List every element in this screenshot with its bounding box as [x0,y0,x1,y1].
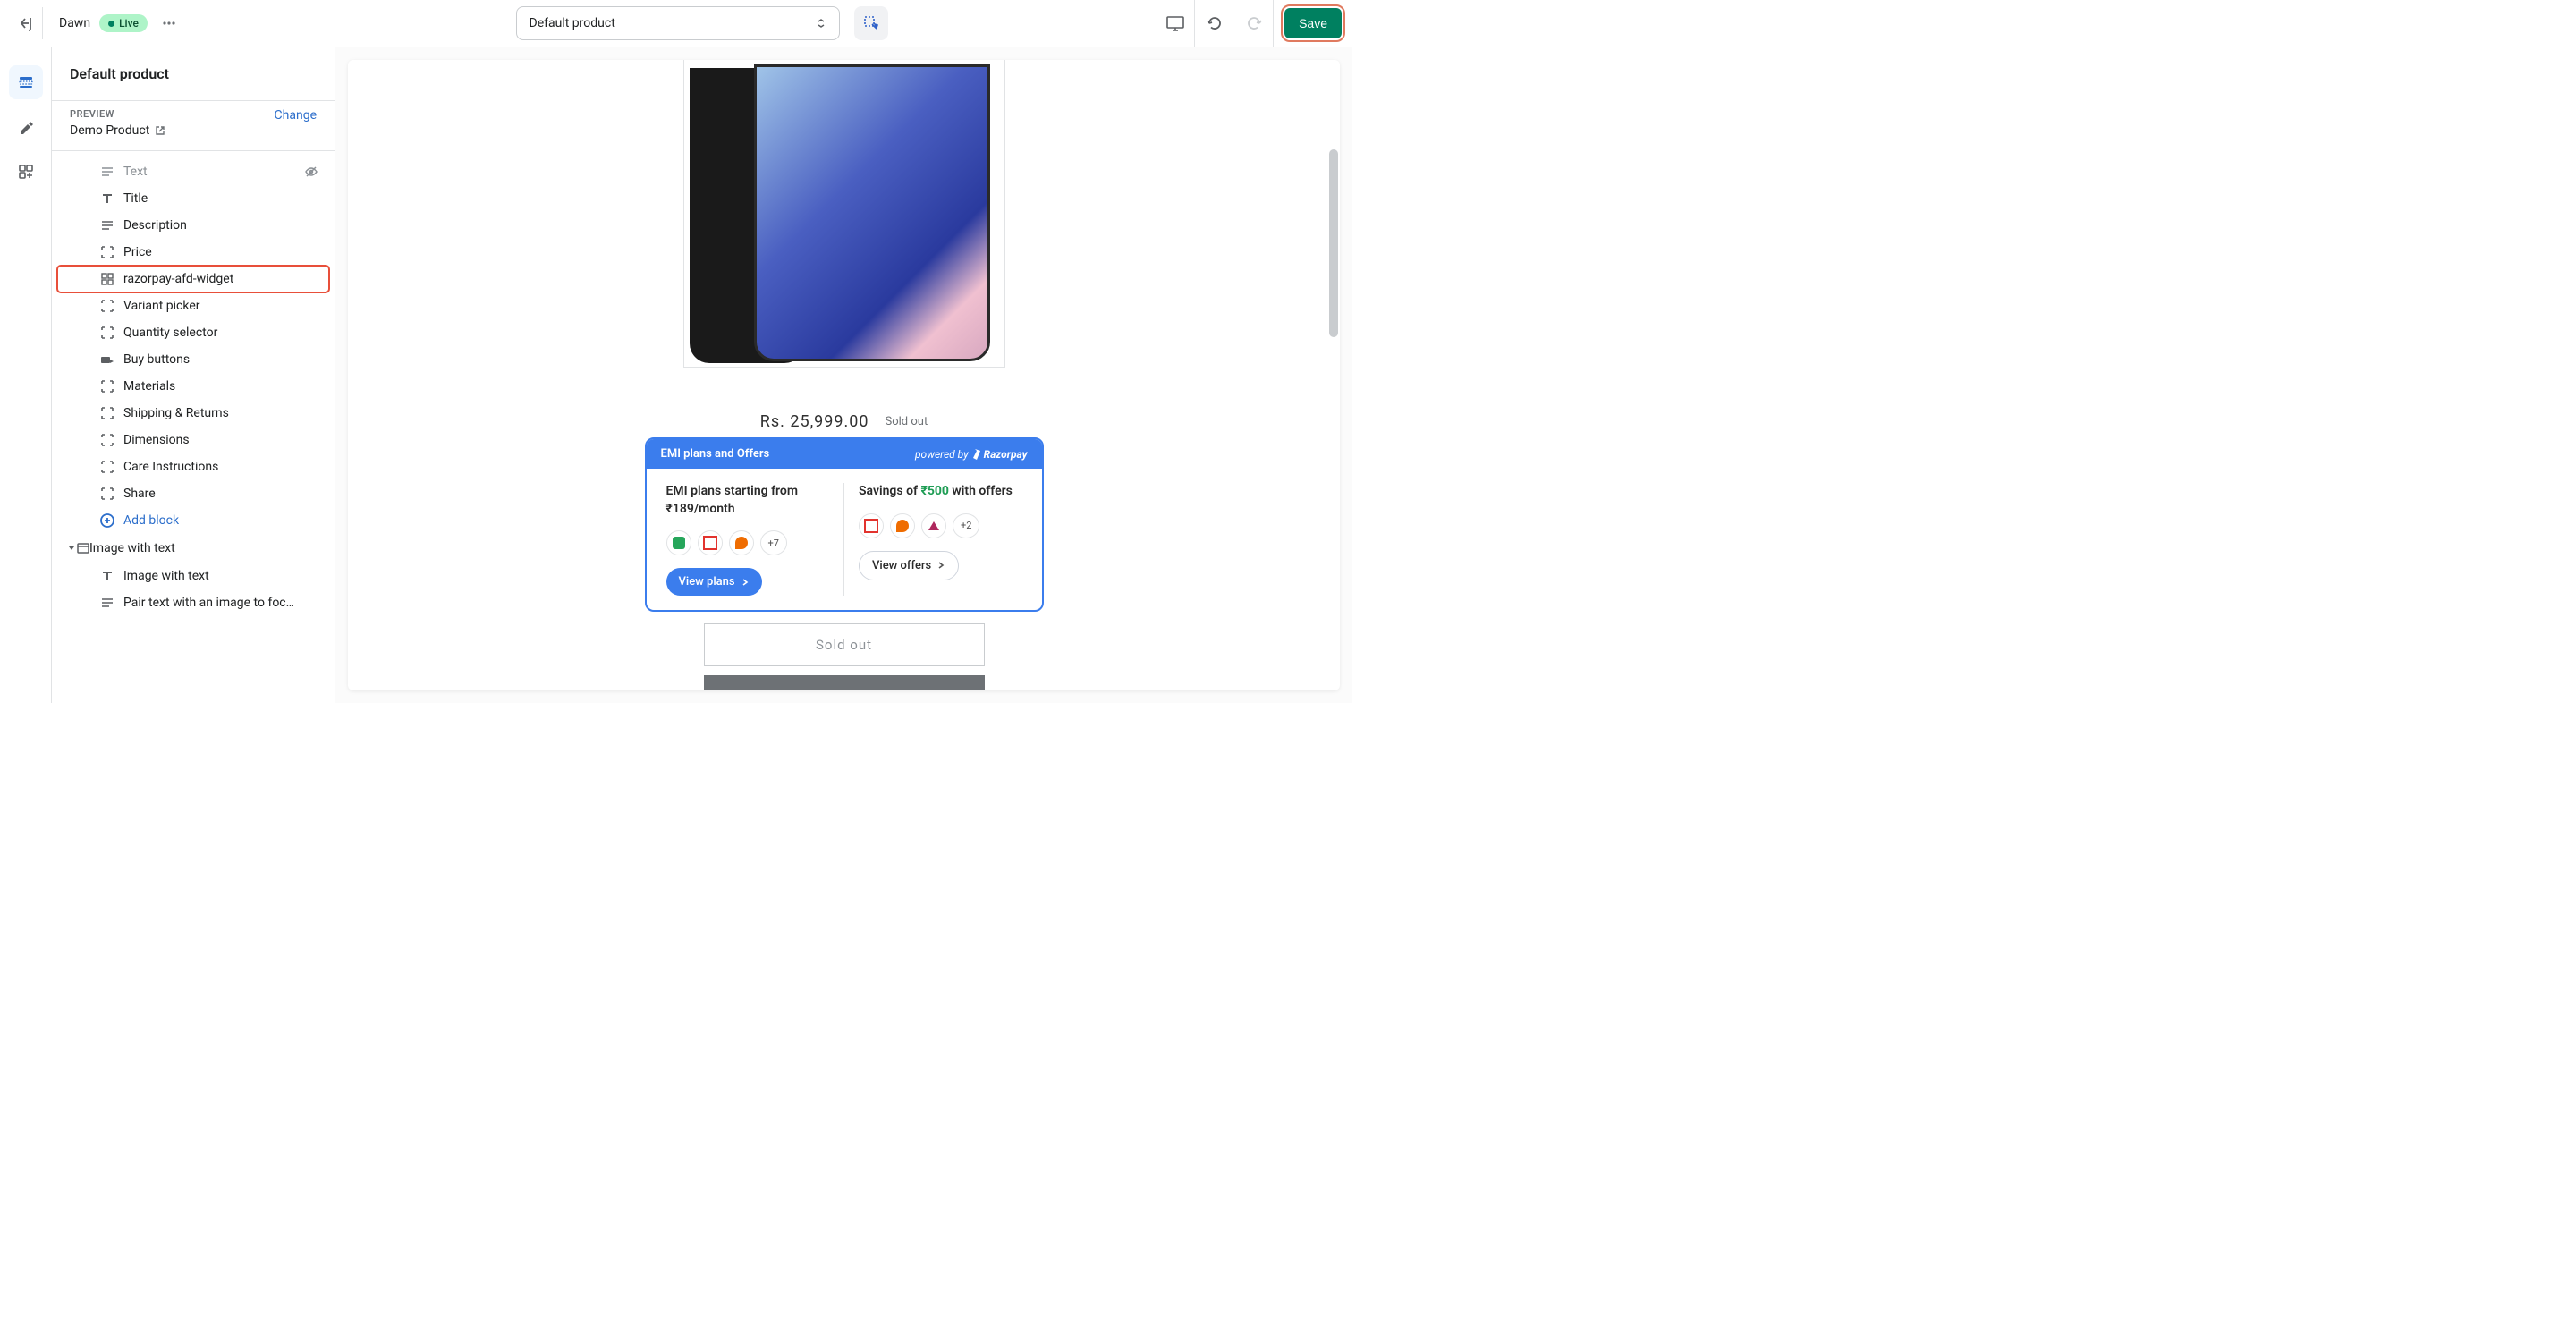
sidebar-panel: Default product PREVIEW Demo Product Cha… [52,47,335,703]
frame-icon [98,431,116,449]
buy-it-now-button: Buy it now [704,675,985,690]
caret-down-icon [66,543,77,554]
bank-icon [859,513,884,538]
lines-icon [98,594,116,612]
external-link-icon [155,125,165,136]
razorpay-emi-widget: EMI plans and Offers powered by Razorpay… [645,437,1044,612]
save-button[interactable]: Save [1284,8,1342,38]
redo-button [1234,0,1274,47]
bank-icon [666,530,691,555]
hidden-icon [304,165,318,179]
emi-offers-title: Savings of ₹500 with offers [859,483,1022,501]
preview-area: Rs. 25,999.00 Sold out EMI plans and Off… [335,47,1352,703]
block-list: Text Title Description Price razorpay-af… [52,151,335,623]
frame-icon [98,404,116,422]
preview-scrollbar[interactable] [1329,149,1338,337]
view-plans-button[interactable]: View plans [666,568,762,596]
frame-icon [98,243,116,261]
plus-circle-icon [98,512,116,529]
bank-icon [921,513,946,538]
price-row: Rs. 25,999.00 Sold out [760,412,928,431]
preview-product-link[interactable]: Demo Product [70,123,165,138]
bank-icon [729,530,754,555]
emi-powered-by: powered by Razorpay [915,448,1027,461]
emi-header-title: EMI plans and Offers [661,447,770,461]
block-text[interactable]: Text [57,158,329,185]
product-price: Rs. 25,999.00 [760,412,869,431]
viewport-toggle[interactable] [1156,0,1195,47]
title-icon [98,567,116,585]
theme-settings-rail-icon[interactable] [9,110,43,144]
template-selector[interactable]: Default product [516,6,840,40]
block-quantity-selector[interactable]: Quantity selector [57,319,329,346]
more-offers-chip: +2 [953,513,979,538]
chevron-right-icon [936,561,945,570]
more-actions-button[interactable] [157,11,182,36]
block-variant-picker[interactable]: Variant picker [57,292,329,319]
app-block-icon [98,270,116,288]
undo-button[interactable] [1195,0,1234,47]
buy-icon [98,351,116,368]
section-image-with-text[interactable]: Image with text [57,534,329,563]
live-badge: Live [99,14,148,32]
bank-icon [890,513,915,538]
bank-icon [698,530,723,555]
block-buy-buttons[interactable]: Buy buttons [57,346,329,373]
preview-canvas[interactable]: Rs. 25,999.00 Sold out EMI plans and Off… [348,60,1340,690]
offer-bank-icons: +2 [859,513,1022,538]
block-share[interactable]: Share [57,480,329,507]
block-price[interactable]: Price [57,239,329,266]
left-rail [0,47,52,703]
section-block-pair-text[interactable]: Pair text with an image to foc… [57,589,329,616]
chevron-right-icon [741,578,750,587]
frame-icon [98,377,116,395]
more-banks-chip: +7 [760,530,787,555]
template-selector-label: Default product [530,16,615,30]
block-title[interactable]: Title [57,185,329,212]
section-picker-button[interactable] [854,6,888,40]
product-image [686,63,1003,367]
lines-icon [98,163,116,181]
block-razorpay-widget[interactable]: razorpay-afd-widget [57,266,329,292]
block-materials[interactable]: Materials [57,373,329,400]
preview-label: PREVIEW [70,108,165,120]
topbar: Dawn Live Default product Save [0,0,1352,47]
lines-icon [98,216,116,234]
emi-bank-icons: +7 [666,530,830,555]
chevron-down-icon [816,18,826,29]
exit-editor-button[interactable] [11,7,43,39]
frame-icon [98,485,116,503]
app-embeds-rail-icon[interactable] [9,155,43,189]
frame-icon [98,297,116,315]
title-icon [98,190,116,207]
sections-rail-icon[interactable] [9,65,43,99]
block-care-instructions[interactable]: Care Instructions [57,453,329,480]
frame-icon [98,458,116,476]
section-icon [77,542,89,555]
block-dimensions[interactable]: Dimensions [57,427,329,453]
section-block-image-with-text[interactable]: Image with text [57,563,329,589]
theme-name: Dawn [59,16,90,30]
emi-plans-title: EMI plans starting from ₹189/month [666,483,830,518]
change-preview-link[interactable]: Change [275,108,317,123]
add-block-button[interactable]: Add block [57,507,329,534]
sold-out-badge: Sold out [886,415,928,428]
block-description[interactable]: Description [57,212,329,239]
block-shipping-returns[interactable]: Shipping & Returns [57,400,329,427]
panel-title: Default product [70,65,317,82]
add-to-cart-button: Sold out [704,623,985,666]
view-offers-button[interactable]: View offers [859,551,959,580]
product-image-frame [683,60,1005,368]
frame-icon [98,324,116,342]
